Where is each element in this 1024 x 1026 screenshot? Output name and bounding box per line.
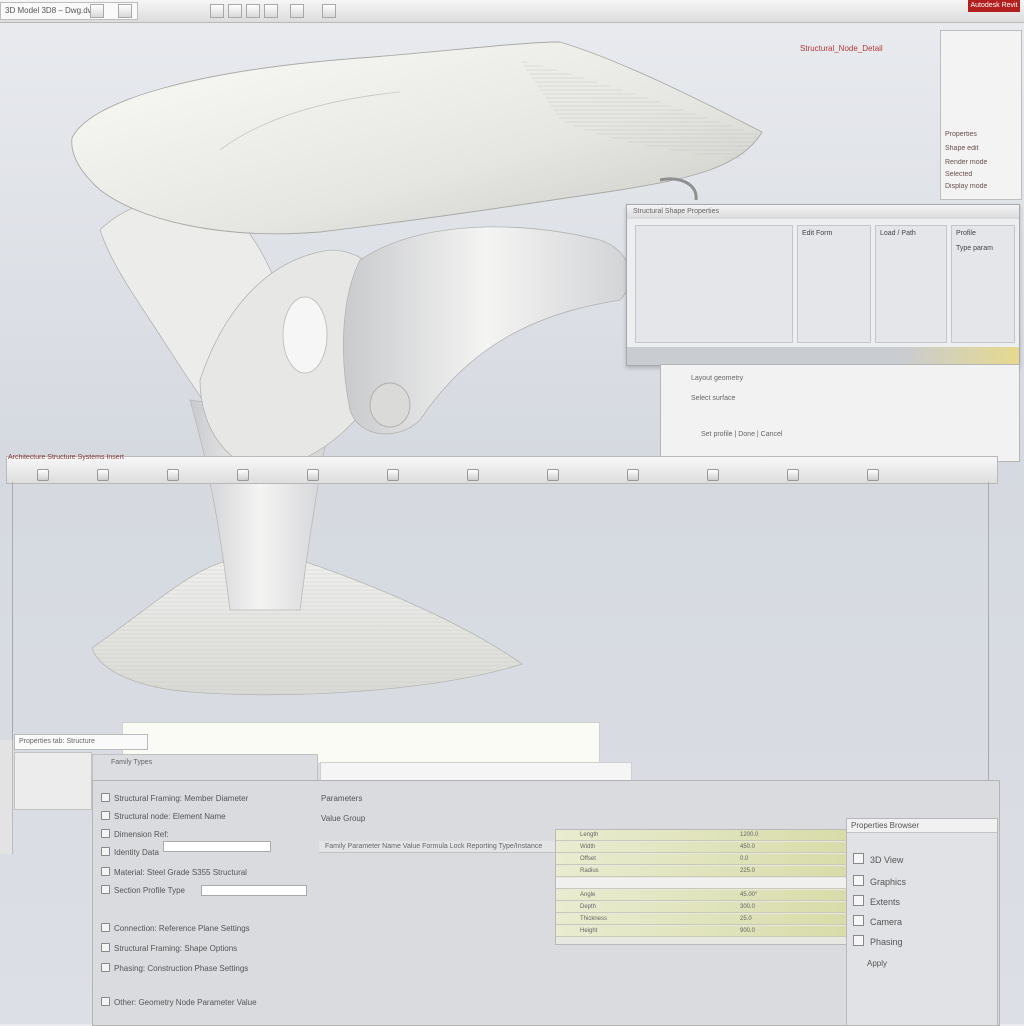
checkbox-icon <box>101 885 110 894</box>
grid-row[interactable]: Width 450.0 <box>556 842 846 853</box>
grid-row[interactable]: Thickness 25.0 <box>556 914 846 925</box>
checkbox-icon <box>101 811 110 820</box>
grid-row[interactable] <box>556 878 846 889</box>
dialog-label: Type param <box>956 245 993 252</box>
grid-row[interactable]: Radius 225.0 <box>556 866 846 877</box>
dialog-form-pane: Load / Path <box>875 225 947 343</box>
ribbon-tool-icon[interactable] <box>467 469 479 481</box>
mini-properties-panel <box>14 752 92 810</box>
palette-item[interactable]: Selected <box>945 171 1015 183</box>
properties-item[interactable]: Extents <box>853 895 900 909</box>
center-row: Value Group <box>321 814 366 823</box>
ribbon-tool-icon[interactable] <box>867 469 879 481</box>
parameter-row[interactable]: Structural Framing: Shape Options <box>101 943 237 955</box>
ribbon-tabs[interactable]: Architecture Structure Systems Insert <box>8 454 198 464</box>
checkbox-icon <box>101 997 110 1006</box>
ribbon-tool-icon[interactable] <box>787 469 799 481</box>
ribbon-tool-icon[interactable] <box>290 4 304 18</box>
ribbon-tool-icon[interactable] <box>547 469 559 481</box>
properties-title: Properties Browser <box>847 819 997 833</box>
model-annotation: Structural_Node_Detail <box>800 44 883 53</box>
ribbon-tool-icon[interactable] <box>37 469 49 481</box>
checkbox-icon <box>101 923 110 932</box>
viewport-border <box>988 482 989 782</box>
ribbon-tool-icon[interactable] <box>707 469 719 481</box>
undo-icon[interactable] <box>118 4 132 18</box>
dialog-label: Load / Path <box>880 230 916 237</box>
dialog-status-bar <box>627 347 1019 365</box>
properties-browser: Properties Browser 3D View Graphics Exte… <box>846 818 998 1026</box>
parameter-input[interactable] <box>163 841 271 852</box>
camera-icon <box>853 915 864 926</box>
parameter-row[interactable]: Dimension Ref: <box>101 829 169 841</box>
checkbox-icon <box>101 943 110 952</box>
dialog-form-pane: Profile Type param <box>951 225 1015 343</box>
parameter-row[interactable]: Material: Steel Grade S355 Structural <box>101 867 247 879</box>
dialog-label: Profile <box>956 230 976 237</box>
center-row: Parameters <box>321 794 363 803</box>
ribbon-tool-icon[interactable] <box>97 469 109 481</box>
ribbon-tool-icon[interactable] <box>322 4 336 18</box>
grid-row[interactable]: Height 900.0 <box>556 926 846 937</box>
parameter-row[interactable]: Section Profile Type <box>101 885 185 897</box>
save-icon[interactable] <box>90 4 104 18</box>
grid-row[interactable]: Length 1200.0 <box>556 830 846 841</box>
palette-item[interactable]: Properties <box>945 131 1015 143</box>
checkbox-icon <box>101 963 110 972</box>
properties-item[interactable]: 3D View <box>853 853 903 867</box>
properties-item[interactable]: Camera <box>853 915 902 929</box>
dialog-label: Edit Form <box>802 230 833 237</box>
properties-item[interactable]: Phasing <box>853 935 903 949</box>
ribbon-tool-icon[interactable] <box>228 4 242 18</box>
application-title-bar: 3D Model 3D8 – Dwg.dwg Autodesk Revit <box>0 0 1024 23</box>
right-tool-palette: Properties Shape edit Render mode Select… <box>940 30 1022 200</box>
parameter-row[interactable]: Connection: Reference Plane Settings <box>101 923 250 935</box>
grid-row[interactable]: Depth 300.0 <box>556 902 846 913</box>
apply-button[interactable]: Apply <box>867 957 887 971</box>
brand-logo: Autodesk Revit <box>968 0 1020 12</box>
left-icon-column <box>0 740 13 854</box>
grid-row[interactable]: Angle 45.00° <box>556 890 846 901</box>
phasing-icon <box>853 935 864 946</box>
parameter-row[interactable]: Structural node: Element Name <box>101 811 226 823</box>
properties-item[interactable]: Graphics <box>853 875 906 889</box>
checkbox-icon <box>101 867 110 876</box>
dialog-text: Layout geometry <box>691 375 744 382</box>
parameter-row[interactable]: Identity Data <box>101 847 159 859</box>
checkbox-icon <box>101 847 110 856</box>
parameter-row[interactable]: Other: Geometry Node Parameter Value <box>101 997 257 1009</box>
ribbon-tool-icon[interactable] <box>264 4 278 18</box>
ribbon-tool-icon[interactable] <box>627 469 639 481</box>
ribbon-tool-icon[interactable] <box>307 469 319 481</box>
checkbox-icon <box>101 793 110 802</box>
palette-item[interactable]: Shape edit <box>945 145 1015 157</box>
dialog-title: Structural Shape Properties <box>627 205 1019 219</box>
palette-item[interactable]: Display mode <box>945 183 1015 195</box>
properties-tab[interactable]: Properties tab: Structure <box>14 734 148 750</box>
dialog-preview-pane <box>635 225 793 343</box>
ribbon-tool-icon[interactable] <box>210 4 224 18</box>
view-icon <box>853 853 864 864</box>
options-bar <box>320 762 632 782</box>
ribbon-tool-icon[interactable] <box>246 4 260 18</box>
palette-item[interactable]: Render mode <box>945 159 1015 171</box>
secondary-dialog: Layout geometry Select surface Set profi… <box>660 364 1020 462</box>
ribbon-tool-icon[interactable] <box>387 469 399 481</box>
dialog-buttons[interactable]: Set profile | Done | Cancel <box>701 431 782 438</box>
parameter-input[interactable] <box>201 885 307 896</box>
dialog-text: Select surface <box>691 395 736 402</box>
floating-dialog: Structural Shape Properties Edit Form Lo… <box>626 204 1020 366</box>
parameter-grid: Length 1200.0 Width 450.0 Offset 0.0 Radius… <box>555 829 847 945</box>
viewport-border <box>12 482 13 782</box>
parameter-row[interactable]: Structural Framing: Member Diameter <box>101 793 248 805</box>
checkbox-icon <box>101 829 110 838</box>
extents-icon <box>853 895 864 906</box>
dialog-form-pane: Edit Form <box>797 225 871 343</box>
parameter-row[interactable]: Phasing: Construction Phase Settings <box>101 963 248 975</box>
graphics-icon <box>853 875 864 886</box>
grid-row[interactable]: Offset 0.0 <box>556 854 846 865</box>
ribbon-tool-icon[interactable] <box>167 469 179 481</box>
ribbon-tool-icon[interactable] <box>237 469 249 481</box>
panel-header: Family Types <box>92 754 318 780</box>
